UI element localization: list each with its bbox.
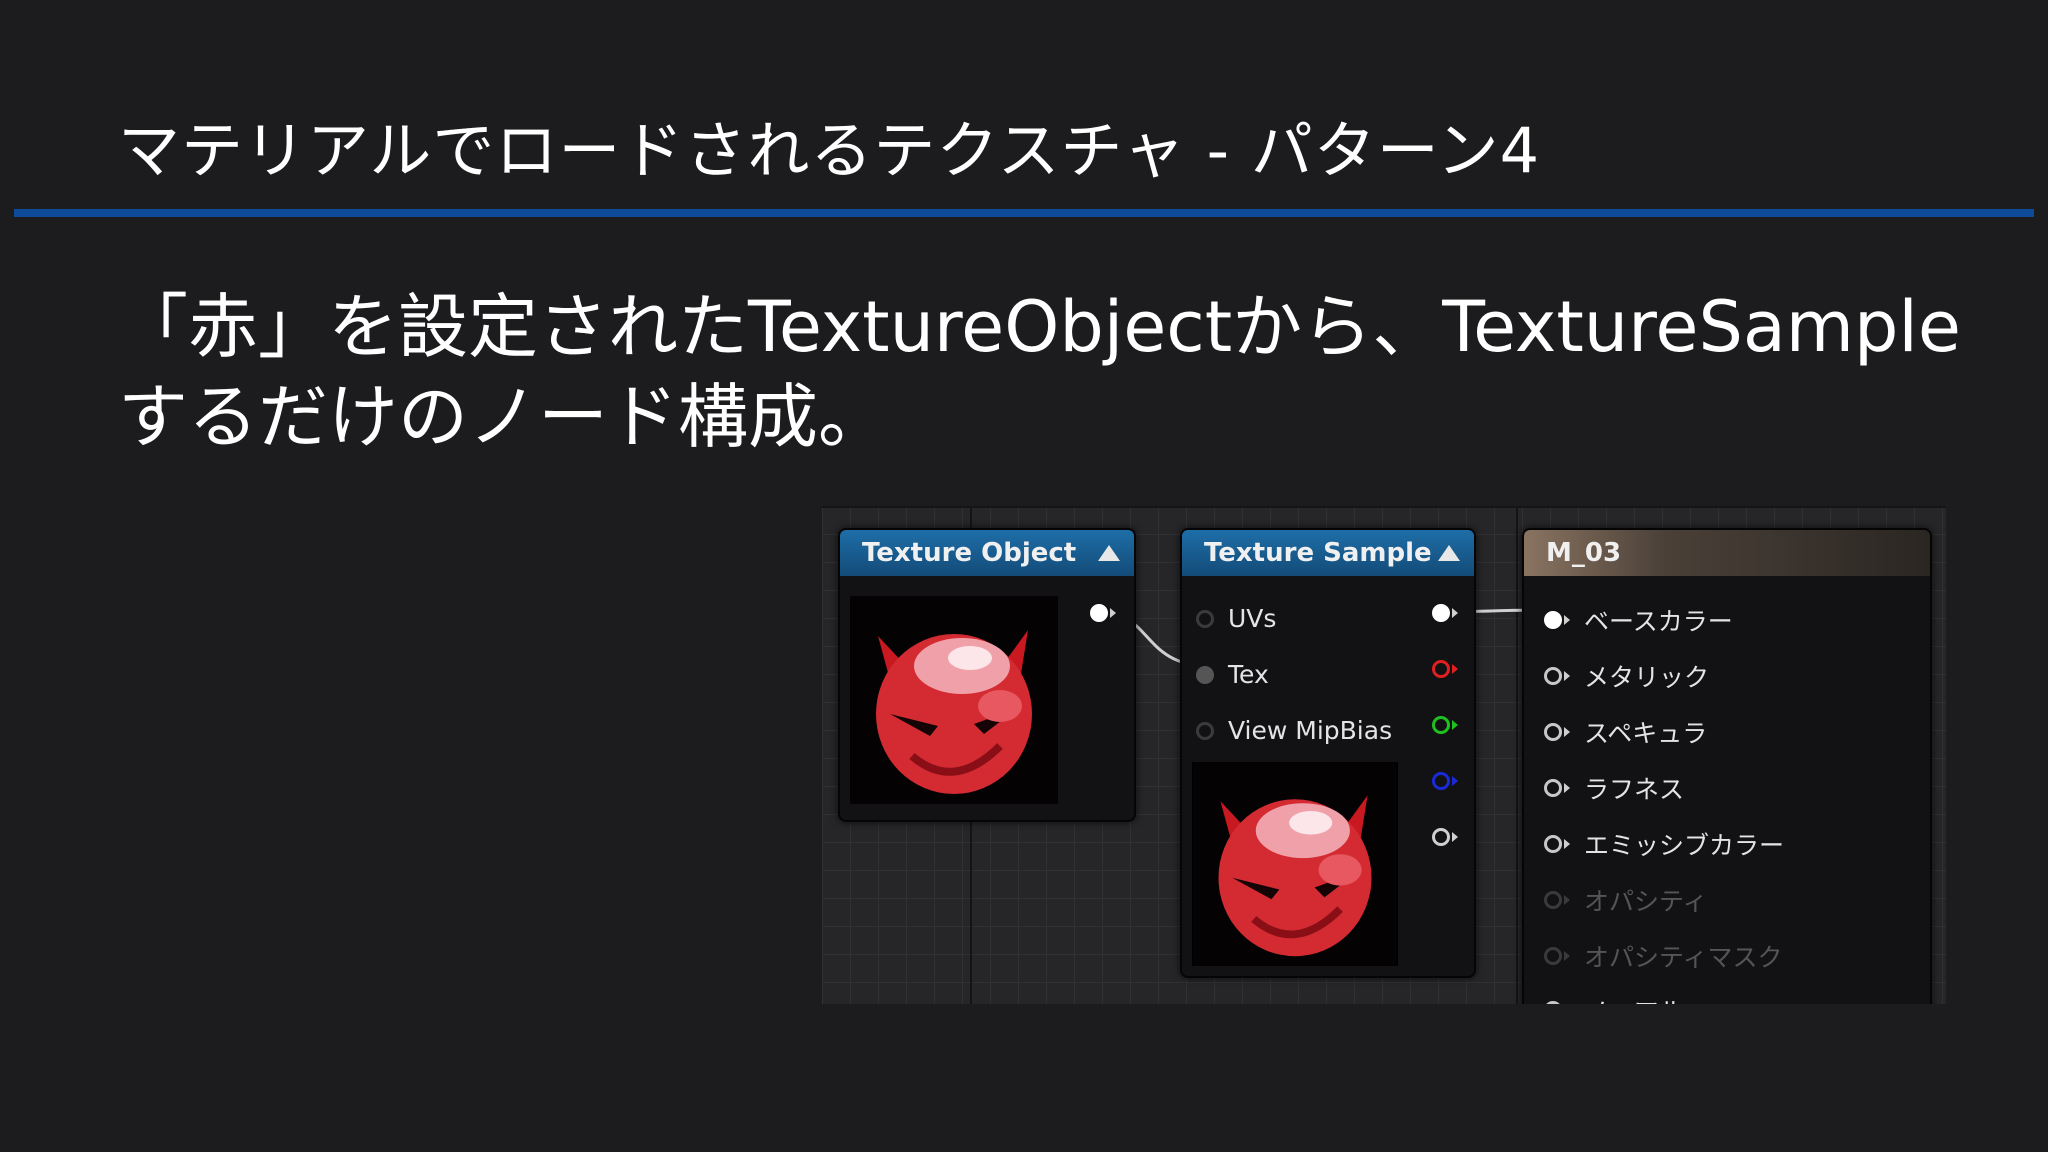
- input-pin-icon[interactable]: [1544, 667, 1562, 685]
- material-result-node-header[interactable]: M_03: [1524, 530, 1930, 576]
- output-pin-icon[interactable]: [1432, 660, 1450, 678]
- input-pin-label: オパシティマスク: [1584, 943, 1783, 972]
- texture-sample-thumbnail: [1192, 762, 1398, 966]
- output-pin-icon[interactable]: [1432, 828, 1450, 846]
- slide-body-text: 「赤」を設定されたTextureObjectから、TextureSampleする…: [118, 286, 1961, 458]
- output-pin-icon[interactable]: [1432, 716, 1450, 734]
- collapse-arrow-icon[interactable]: [1098, 545, 1120, 561]
- title-divider: [14, 209, 2034, 217]
- input-pin-tex[interactable]: Tex: [1196, 660, 1269, 689]
- texture-sample-node-title: Texture Sample: [1204, 538, 1432, 568]
- pin-arrow-icon: [1564, 951, 1570, 961]
- pin-arrow-icon: [1452, 608, 1458, 618]
- input-pin-specular[interactable]: スペキュラ: [1544, 714, 1707, 750]
- input-pin-icon[interactable]: [1196, 721, 1214, 740]
- texture-sample-node[interactable]: Texture Sample UVs Tex View MipBias: [1180, 528, 1476, 978]
- texture-sample-node-header[interactable]: Texture Sample: [1182, 530, 1474, 576]
- input-pin-normal[interactable]: ノーマル: [1544, 992, 1684, 1004]
- input-pin-label: エミッシブカラー: [1584, 831, 1785, 860]
- pin-arrow-icon: [1452, 664, 1458, 674]
- input-pin-label: ラフネス: [1584, 775, 1685, 804]
- material-result-node-title: M_03: [1546, 538, 1622, 568]
- collapse-arrow-icon[interactable]: [1438, 545, 1460, 561]
- pin-arrow-icon: [1564, 839, 1570, 849]
- texture-object-node[interactable]: Texture Object: [838, 528, 1136, 822]
- material-result-node[interactable]: M_03 ベースカラー メタリック スペキュラ ラフネス エミッシブカラー オパ…: [1522, 528, 1932, 1004]
- input-pin-icon: [1544, 891, 1562, 909]
- output-pin-b[interactable]: [1432, 772, 1458, 790]
- pin-arrow-icon: [1110, 608, 1116, 618]
- input-pin-label: Tex: [1228, 660, 1269, 689]
- output-pin-icon[interactable]: [1090, 604, 1108, 622]
- pin-arrow-icon: [1452, 832, 1458, 842]
- output-pin-r[interactable]: [1432, 660, 1458, 678]
- material-node-graph[interactable]: Texture Object Texture Sample UVs Tex Vi…: [822, 506, 1946, 1004]
- input-pin-opacity-mask: オパシティマスク: [1544, 938, 1783, 974]
- output-pin-icon[interactable]: [1432, 604, 1450, 622]
- output-pin-g[interactable]: [1432, 716, 1458, 734]
- output-pin-a[interactable]: [1432, 828, 1458, 846]
- input-pin-icon[interactable]: [1544, 611, 1562, 629]
- input-pin-label: View MipBias: [1228, 716, 1393, 745]
- input-pin-icon[interactable]: [1196, 665, 1214, 684]
- input-pin-icon[interactable]: [1544, 835, 1562, 853]
- output-pin-rgb[interactable]: [1432, 604, 1458, 622]
- pin-arrow-icon: [1564, 615, 1570, 625]
- input-pin-opacity: オパシティ: [1544, 882, 1708, 918]
- input-pin-label: ベースカラー: [1584, 607, 1733, 636]
- input-pin-emissive-color[interactable]: エミッシブカラー: [1544, 826, 1784, 862]
- input-pin-label: オパシティ: [1584, 887, 1708, 916]
- input-pin-label: UVs: [1228, 604, 1277, 633]
- input-pin-icon: [1544, 947, 1562, 965]
- input-pin-icon[interactable]: [1544, 723, 1562, 741]
- input-pin-metallic[interactable]: メタリック: [1544, 658, 1709, 694]
- texture-object-thumbnail: [850, 596, 1058, 804]
- input-pin-icon[interactable]: [1196, 609, 1214, 628]
- input-pin-icon[interactable]: [1544, 1001, 1562, 1004]
- input-pin-label: スペキュラ: [1584, 719, 1708, 748]
- pin-arrow-icon: [1452, 776, 1458, 786]
- slide-title: マテリアルでロードされるテクスチャ - パターン4: [118, 114, 1541, 187]
- texture-object-node-title: Texture Object: [862, 538, 1077, 568]
- texture-object-output-pin[interactable]: [1090, 604, 1116, 622]
- pin-arrow-icon: [1564, 783, 1570, 793]
- pin-arrow-icon: [1564, 727, 1570, 737]
- red-devil-face-icon: [1193, 762, 1397, 966]
- input-pin-label: メタリック: [1584, 663, 1710, 692]
- input-pin-view-mipbias[interactable]: View MipBias: [1196, 716, 1392, 745]
- input-pin-roughness[interactable]: ラフネス: [1544, 770, 1684, 806]
- texture-object-node-header[interactable]: Texture Object: [840, 530, 1134, 576]
- input-pin-icon[interactable]: [1544, 779, 1562, 797]
- pin-arrow-icon: [1452, 720, 1458, 730]
- input-pin-base-color[interactable]: ベースカラー: [1544, 602, 1733, 638]
- input-pin-label: ノーマル: [1584, 992, 1684, 1004]
- input-pin-uvs[interactable]: UVs: [1196, 604, 1276, 633]
- red-devil-face-icon: [850, 596, 1058, 804]
- pin-arrow-icon: [1564, 895, 1570, 905]
- output-pin-icon[interactable]: [1432, 772, 1450, 790]
- pin-arrow-icon: [1564, 671, 1570, 681]
